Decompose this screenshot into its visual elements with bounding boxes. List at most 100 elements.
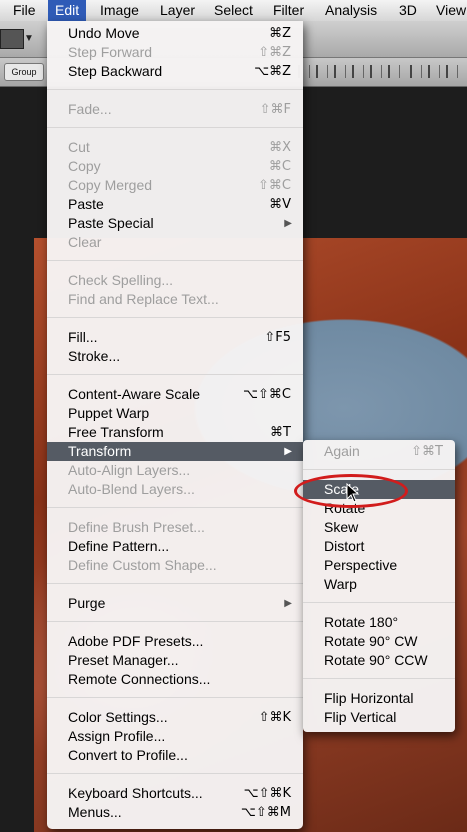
menu-item-define-custom-shape[interactable]: Define Custom Shape... — [47, 556, 303, 575]
align-right-icon[interactable] — [388, 65, 400, 78]
menu-image[interactable]: Image — [93, 0, 146, 21]
chevron-down-icon[interactable]: ▼ — [24, 33, 34, 44]
menu-separator — [303, 602, 455, 603]
menu-item-convert-to-profile[interactable]: Convert to Profile... — [47, 746, 303, 765]
distribute-bottom-icon[interactable] — [446, 65, 458, 78]
menu-item-paste-special[interactable]: Paste Special ▶ — [47, 214, 303, 233]
menu-file[interactable]: File — [6, 0, 43, 21]
menu-item-find-replace[interactable]: Find and Replace Text... — [47, 290, 303, 309]
menu-item-fill[interactable]: Fill... ⇧F5 — [47, 328, 303, 347]
menu-separator — [47, 697, 303, 698]
menu-item-adobe-pdf-presets[interactable]: Adobe PDF Presets... — [47, 632, 303, 651]
submenu-item-label: Again — [324, 443, 360, 459]
mouse-cursor-icon — [346, 483, 360, 503]
submenu-item-distort[interactable]: Distort — [303, 537, 455, 556]
menu-item-paste[interactable]: Paste ⌘V — [47, 195, 303, 214]
menu-item-step-forward[interactable]: Step Forward ⇧⌘Z — [47, 43, 303, 62]
menu-item-check-spelling[interactable]: Check Spelling... — [47, 271, 303, 290]
menu-item-label: Auto-Blend Layers... — [68, 481, 195, 497]
align-vcenter-icon[interactable] — [316, 65, 328, 78]
menu-separator — [47, 317, 303, 318]
submenu-arrow-icon: ▶ — [284, 218, 292, 229]
submenu-item-label: Skew — [324, 519, 359, 535]
menu-view[interactable]: View — [429, 0, 467, 21]
menu-analysis[interactable]: Analysis — [318, 0, 384, 21]
submenu-item-rotate-180[interactable]: Rotate 180° — [303, 613, 455, 632]
group-button[interactable]: Group — [4, 63, 44, 81]
menu-item-label: Define Pattern... — [68, 538, 170, 554]
menu-separator — [47, 260, 303, 261]
menu-item-assign-profile[interactable]: Assign Profile... — [47, 727, 303, 746]
menu-item-keyboard-shortcuts[interactable]: Keyboard Shortcuts... ⌥⇧⌘K — [47, 784, 303, 803]
submenu-item-shortcut: ⇧⌘T — [411, 444, 443, 459]
submenu-item-flip-horizontal[interactable]: Flip Horizontal — [303, 689, 455, 708]
submenu-item-skew[interactable]: Skew — [303, 518, 455, 537]
menu-item-content-aware-scale[interactable]: Content-Aware Scale ⌥⇧⌘C — [47, 385, 303, 404]
menu-item-undo-move[interactable]: Undo Move ⌘Z — [47, 24, 303, 43]
menu-bar: File Edit Image Layer Select Filter Anal… — [0, 0, 467, 22]
menu-item-transform[interactable]: Transform ▶ — [47, 442, 303, 461]
menu-item-purge[interactable]: Purge ▶ — [47, 594, 303, 613]
menu-item-label: Step Backward — [68, 63, 163, 79]
menu-filter[interactable]: Filter — [266, 0, 311, 21]
menu-item-shortcut: ⌥⌘Z — [254, 64, 291, 79]
align-icons-group — [298, 63, 467, 81]
menu-item-label: Undo Move — [68, 25, 140, 41]
menu-item-puppet-warp[interactable]: Puppet Warp — [47, 404, 303, 423]
menu-item-shortcut: ⌘V — [269, 197, 291, 212]
submenu-item-warp[interactable]: Warp — [303, 575, 455, 594]
menu-item-copy-merged[interactable]: Copy Merged ⇧⌘C — [47, 176, 303, 195]
submenu-item-rotate-90-cw[interactable]: Rotate 90° CW — [303, 632, 455, 651]
menu-item-preset-manager[interactable]: Preset Manager... — [47, 651, 303, 670]
menu-item-label: Content-Aware Scale — [68, 386, 201, 402]
menu-item-shortcut: ⌘C — [268, 159, 291, 174]
menu-item-menus[interactable]: Menus... ⌥⇧⌘M — [47, 803, 303, 822]
menu-item-free-transform[interactable]: Free Transform ⌘T — [47, 423, 303, 442]
menu-item-label: Stroke... — [68, 348, 121, 364]
menu-select[interactable]: Select — [207, 0, 260, 21]
menu-item-shortcut: ⇧⌘K — [258, 710, 291, 725]
menu-item-step-backward[interactable]: Step Backward ⌥⌘Z — [47, 62, 303, 81]
menu-item-label: Assign Profile... — [68, 728, 166, 744]
menu-item-define-brush-preset[interactable]: Define Brush Preset... — [47, 518, 303, 537]
menu-item-clear[interactable]: Clear — [47, 233, 303, 252]
align-left-icon[interactable] — [352, 65, 364, 78]
menu-item-fade[interactable]: Fade... ⇧⌘F — [47, 100, 303, 119]
menu-item-shortcut: ⌘X — [269, 140, 291, 155]
menu-layer[interactable]: Layer — [153, 0, 202, 21]
submenu-arrow-icon: ▶ — [284, 446, 292, 457]
menu-item-label: Cut — [68, 139, 90, 155]
align-hcenter-icon[interactable] — [370, 65, 382, 78]
menu-item-label: Keyboard Shortcuts... — [68, 785, 203, 801]
edit-menu: Undo Move ⌘Z Step Forward ⇧⌘Z Step Backwar… — [47, 21, 303, 829]
menu-item-label: Preset Manager... — [68, 652, 179, 668]
menu-separator — [47, 621, 303, 622]
menu-item-auto-blend-layers[interactable]: Auto-Blend Layers... — [47, 480, 303, 499]
distribute-top-icon[interactable] — [410, 65, 422, 78]
menu-item-color-settings[interactable]: Color Settings... ⇧⌘K — [47, 708, 303, 727]
menu-item-define-pattern[interactable]: Define Pattern... — [47, 537, 303, 556]
submenu-item-label: Rotate 90° CCW — [324, 652, 428, 668]
menu-separator — [47, 89, 303, 90]
distribute-center-icon[interactable] — [428, 65, 440, 78]
menu-item-auto-align-layers[interactable]: Auto-Align Layers... — [47, 461, 303, 480]
menu-item-remote-connections[interactable]: Remote Connections... — [47, 670, 303, 689]
tool-preset-icon[interactable] — [0, 29, 24, 49]
align-bottom-icon[interactable] — [334, 65, 346, 78]
menu-edit[interactable]: Edit — [48, 0, 87, 21]
menu-separator — [47, 374, 303, 375]
submenu-item-rotate-90-ccw[interactable]: Rotate 90° CCW — [303, 651, 455, 670]
menu-item-shortcut: ⌥⇧⌘K — [243, 786, 291, 801]
menu-item-label: Fill... — [68, 329, 98, 345]
menu-item-shortcut: ⇧⌘C — [258, 178, 291, 193]
menu-separator — [47, 127, 303, 128]
menu-3d[interactable]: 3D — [392, 0, 424, 21]
menu-item-cut[interactable]: Cut ⌘X — [47, 138, 303, 157]
submenu-item-flip-vertical[interactable]: Flip Vertical — [303, 708, 455, 727]
submenu-item-perspective[interactable]: Perspective — [303, 556, 455, 575]
submenu-item-again[interactable]: Again ⇧⌘T — [303, 442, 455, 461]
menu-item-stroke[interactable]: Stroke... — [47, 347, 303, 366]
menu-item-label: Step Forward — [68, 44, 153, 60]
submenu-item-label: Rotate 90° CW — [324, 633, 418, 649]
menu-item-copy[interactable]: Copy ⌘C — [47, 157, 303, 176]
